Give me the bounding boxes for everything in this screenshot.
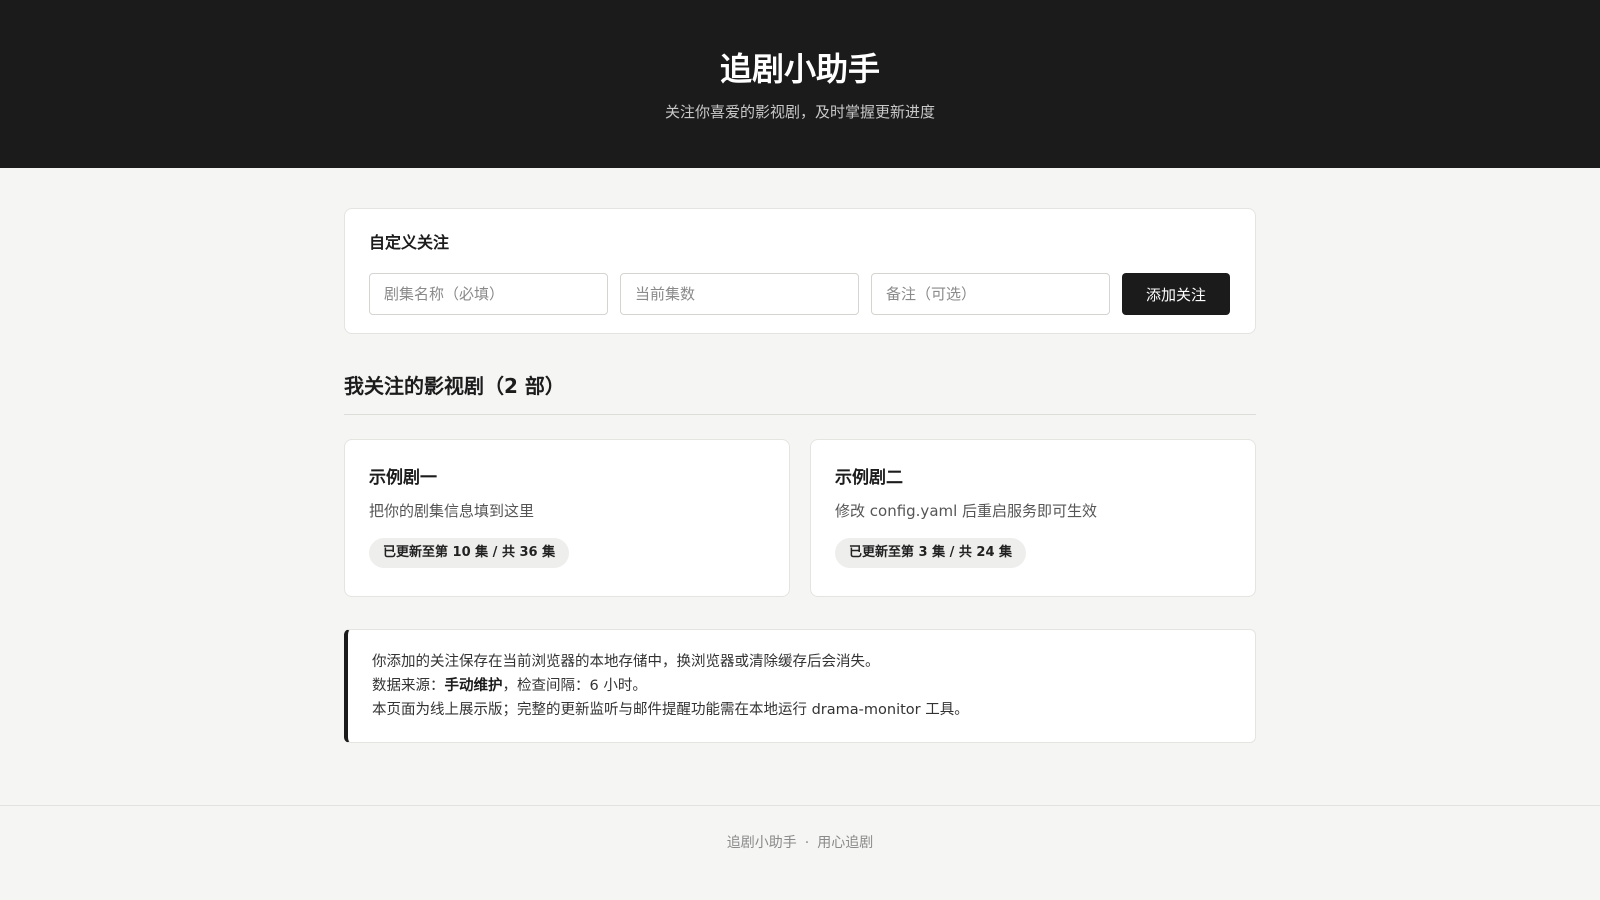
- add-follow-form: 添加关注: [369, 273, 1231, 315]
- drama-name: 示例剧一: [369, 468, 437, 488]
- page-header: 追剧小助手 关注你喜爱的影视剧，及时掌握更新进度: [0, 0, 1600, 168]
- progress-badge: 已更新至第 3 集 / 共 24 集: [835, 538, 1027, 568]
- progress-badge: 已更新至第 10 集 / 共 36 集: [369, 538, 570, 568]
- footer-separator: ·: [804, 835, 810, 851]
- page-subtitle: 关注你喜爱的影视剧，及时掌握更新进度: [664, 103, 935, 121]
- drama-card: 示例剧二 修改 config.yaml 后重启服务即可生效 已更新至第 3 集 …: [810, 439, 1256, 597]
- info-notice: 你添加的关注保存在当前浏览器的本地存储中，换浏览器或清除缓存后会消失。 数据来源…: [344, 629, 1256, 743]
- page-footer: 追剧小助手 · 用心追剧: [0, 805, 1600, 852]
- add-follow-card: 自定义关注 添加关注: [344, 208, 1256, 334]
- current-episode-input[interactable]: [620, 273, 859, 315]
- info-line-storage: 你添加的关注保存在当前浏览器的本地存储中，换浏览器或清除缓存后会消失。: [372, 654, 880, 670]
- info-source-suffix: ，检查间隔：6 小时。: [502, 678, 647, 694]
- drama-name: 示例剧二: [835, 468, 903, 488]
- footer-app-name: 追剧小助手: [726, 835, 797, 851]
- main-content: 自定义关注 添加关注 我关注的影视剧（2 部） 示例剧一 把你的剧集信息填到这里…: [344, 208, 1256, 743]
- drama-note: 修改 config.yaml 后重启服务即可生效: [835, 502, 1098, 520]
- followed-list-title: 我关注的影视剧（2 部）: [344, 372, 1256, 415]
- note-input[interactable]: [871, 273, 1110, 315]
- drama-grid: 示例剧一 把你的剧集信息填到这里 已更新至第 10 集 / 共 36 集 示例剧…: [344, 439, 1256, 597]
- footer-slogan: 用心追剧: [817, 835, 874, 851]
- add-follow-button[interactable]: 添加关注: [1122, 273, 1230, 315]
- info-source-value: 手动维护: [444, 678, 503, 694]
- page-title: 追剧小助手: [719, 50, 880, 88]
- info-line-demo: 本页面为线上展示版；完整的更新监听与邮件提醒功能需在本地运行 drama-mon…: [372, 702, 969, 718]
- drama-card: 示例剧一 把你的剧集信息填到这里 已更新至第 10 集 / 共 36 集: [344, 439, 790, 597]
- info-source-prefix: 数据来源：: [372, 678, 445, 694]
- add-follow-title: 自定义关注: [369, 233, 450, 252]
- drama-name-input[interactable]: [369, 273, 608, 315]
- info-line-source: 数据来源：手动维护，检查间隔：6 小时。: [372, 674, 1231, 698]
- drama-note: 把你的剧集信息填到这里: [369, 502, 535, 520]
